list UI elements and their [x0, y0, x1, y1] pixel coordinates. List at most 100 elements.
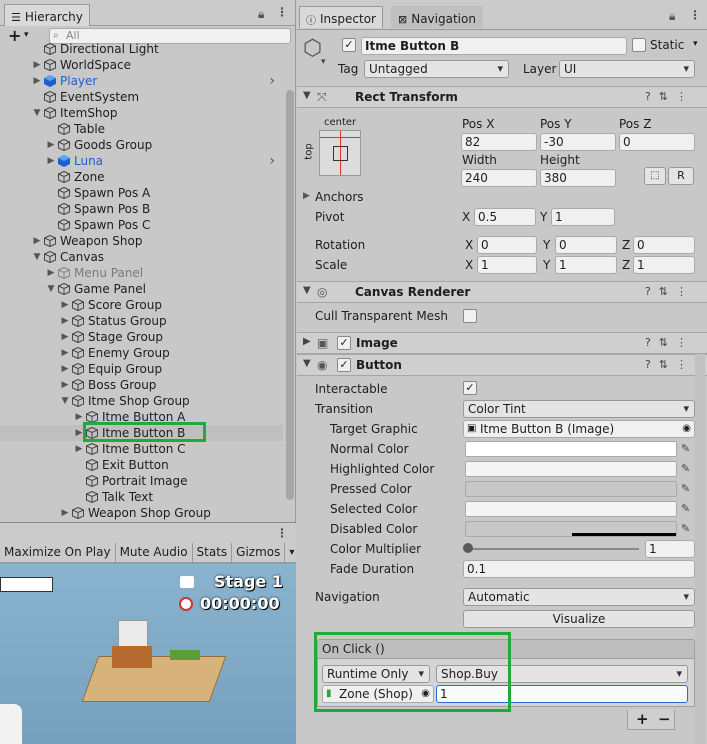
pos-x-input[interactable]: 82	[461, 133, 537, 151]
canvas-renderer-header[interactable]: ▼ ◎ Canvas Renderer ?⇅⋮	[297, 281, 707, 303]
foldout-down-icon[interactable]: ▼	[32, 249, 42, 265]
button-header[interactable]: ▼ ◉ ✓ Button ?⇅⋮	[297, 354, 707, 376]
hierarchy-row[interactable]: ▶ Player ›	[0, 73, 283, 89]
hierarchy-row[interactable]: Talk Text	[0, 489, 283, 505]
height-input[interactable]: 380	[540, 169, 616, 187]
hierarchy-row[interactable]: Directional Light	[0, 41, 283, 57]
foldout-right-icon[interactable]: ▶	[60, 377, 70, 393]
menu-icon[interactable]: ⋮	[689, 8, 701, 22]
hierarchy-row[interactable]: ▶ Weapon Shop Group	[0, 505, 283, 521]
image-header[interactable]: ▶ ▣ ✓ Image ?⇅⋮	[297, 332, 707, 354]
hierarchy-row[interactable]: ▶ Enemy Group	[0, 345, 283, 361]
chevron-down-icon[interactable]: ▾	[285, 543, 296, 563]
transition-dropdown[interactable]: Color Tint	[463, 400, 695, 418]
foldout-down-icon[interactable]: ▼	[46, 281, 56, 297]
component-header-icons[interactable]: ?⇅⋮	[645, 336, 695, 349]
pos-y-input[interactable]: -30	[540, 133, 616, 151]
chevron-down-icon[interactable]: ▾	[24, 30, 29, 40]
hierarchy-row[interactable]: ▶ Equip Group	[0, 361, 283, 377]
hierarchy-row[interactable]: ▼ Itme Shop Group	[0, 393, 283, 409]
menu-icon[interactable]: ⋮	[276, 526, 288, 540]
object-name-input[interactable]: Itme Button B	[361, 37, 627, 55]
hierarchy-row[interactable]: ▶ Itme Button C	[0, 441, 283, 457]
layer-dropdown[interactable]: UI	[559, 60, 695, 78]
foldout-right-icon[interactable]: ▶	[32, 233, 42, 249]
game-viewport[interactable]: Stage 1 00:00:00	[0, 564, 296, 744]
eyedropper-icon[interactable]: ✎	[681, 522, 690, 535]
inspector-scrollbar[interactable]	[695, 354, 705, 744]
eyedropper-icon[interactable]: ✎	[681, 462, 690, 475]
lock-icon[interactable]: 🔒︎	[258, 7, 264, 22]
navigation-dropdown[interactable]: Automatic	[463, 588, 695, 606]
foldout-right-icon[interactable]: ▶	[60, 361, 70, 377]
hierarchy-row[interactable]: Spawn Pos A	[0, 185, 283, 201]
color-multiplier-slider-track[interactable]	[465, 548, 639, 550]
hierarchy-row[interactable]: ▶ Weapon Shop	[0, 233, 283, 249]
interactable-checkbox[interactable]: ✓	[463, 381, 477, 395]
blueprint-mode-icon[interactable]: ⬚	[644, 167, 666, 185]
foldout-right-icon[interactable]: ▶	[60, 313, 70, 329]
foldout-down-icon[interactable]: ▼	[303, 358, 311, 369]
foldout-right-icon[interactable]: ▶	[303, 191, 310, 201]
active-checkbox[interactable]: ✓	[342, 38, 356, 52]
eyedropper-icon[interactable]: ✎	[681, 442, 690, 455]
foldout-right-icon[interactable]: ▶	[303, 336, 311, 347]
chevron-down-icon[interactable]: ▾	[321, 57, 326, 67]
width-input[interactable]: 240	[461, 169, 537, 187]
hierarchy-row[interactable]: Zone	[0, 169, 283, 185]
hierarchy-row[interactable]: ▶ WorldSpace	[0, 57, 283, 73]
target-graphic-field[interactable]: ▣ Itme Button B (Image) ◉	[463, 420, 695, 438]
eyedropper-icon[interactable]: ✎	[681, 502, 690, 515]
remove-event-button[interactable]: −	[658, 710, 671, 728]
rotation-x-input[interactable]: 0	[477, 236, 537, 254]
foldout-right-icon[interactable]: ▶	[32, 73, 42, 89]
scale-y-input[interactable]: 1	[555, 256, 617, 274]
foldout-right-icon[interactable]: ▶	[60, 345, 70, 361]
rect-transform-header[interactable]: ▼ ⤧ Rect Transform ?⇅⋮	[297, 86, 707, 108]
pivot-x-input[interactable]: 0.5	[474, 208, 536, 226]
foldout-right-icon[interactable]: ▶	[60, 329, 70, 345]
hierarchy-row[interactable]: Spawn Pos B	[0, 201, 283, 217]
hierarchy-row[interactable]: ▶ Menu Panel	[0, 265, 283, 281]
hierarchy-row[interactable]: Portrait Image	[0, 473, 283, 489]
hierarchy-scrollbar-thumb[interactable]	[286, 90, 294, 500]
image-enabled-checkbox[interactable]: ✓	[337, 336, 351, 350]
tab-navigation[interactable]: ⊠ Navigation	[391, 6, 483, 28]
add-event-button[interactable]: +	[636, 710, 649, 728]
scale-x-input[interactable]: 1	[477, 256, 537, 274]
tag-dropdown[interactable]: Untagged	[364, 60, 509, 78]
scale-z-input[interactable]: 1	[633, 256, 695, 274]
foldout-down-icon[interactable]: ▼	[32, 105, 42, 121]
hierarchy-row[interactable]: ▶ Status Group	[0, 313, 283, 329]
component-header-icons[interactable]: ?⇅⋮	[645, 285, 695, 298]
color-multiplier-slider-knob[interactable]	[463, 543, 473, 553]
menu-icon[interactable]: ⋮	[276, 5, 288, 19]
foldout-down-icon[interactable]: ▼	[303, 90, 311, 101]
disabled-color-swatch[interactable]	[465, 521, 677, 537]
fade-duration-input[interactable]: 0.1	[463, 560, 695, 578]
rotation-z-input[interactable]: 0	[633, 236, 695, 254]
chevron-down-icon[interactable]: ▾	[693, 39, 698, 49]
hierarchy-row[interactable]: Table	[0, 121, 283, 137]
hierarchy-row[interactable]: EventSystem	[0, 89, 283, 105]
foldout-down-icon[interactable]: ▼	[60, 393, 70, 409]
static-checkbox[interactable]	[632, 38, 646, 52]
foldout-right-icon[interactable]: ▶	[60, 297, 70, 313]
button-enabled-checkbox[interactable]: ✓	[337, 358, 351, 372]
foldout-right-icon[interactable]: ▶	[46, 153, 56, 169]
stats-button[interactable]: Stats	[193, 542, 233, 563]
hierarchy-row[interactable]: ▶ Luna ›	[0, 153, 283, 169]
foldout-right-icon[interactable]: ▶	[74, 441, 84, 457]
foldout-right-icon[interactable]: ▶	[46, 265, 56, 281]
foldout-right-icon[interactable]: ▶	[60, 505, 70, 521]
component-header-icons[interactable]: ?⇅⋮	[645, 90, 695, 103]
highlighted-color-swatch[interactable]	[465, 461, 677, 477]
foldout-right-icon[interactable]: ▶	[46, 137, 56, 153]
gizmos-button[interactable]: Gizmos	[232, 542, 286, 563]
hierarchy-row[interactable]: ▶ Stage Group	[0, 329, 283, 345]
lock-icon[interactable]: 🔒︎	[669, 9, 675, 24]
mute-audio-button[interactable]: Mute Audio	[116, 542, 193, 563]
hierarchy-row[interactable]: ▼ Game Panel	[0, 281, 283, 297]
object-picker-icon[interactable]: ◉	[682, 421, 691, 437]
hierarchy-row[interactable]: ▶ Score Group	[0, 297, 283, 313]
